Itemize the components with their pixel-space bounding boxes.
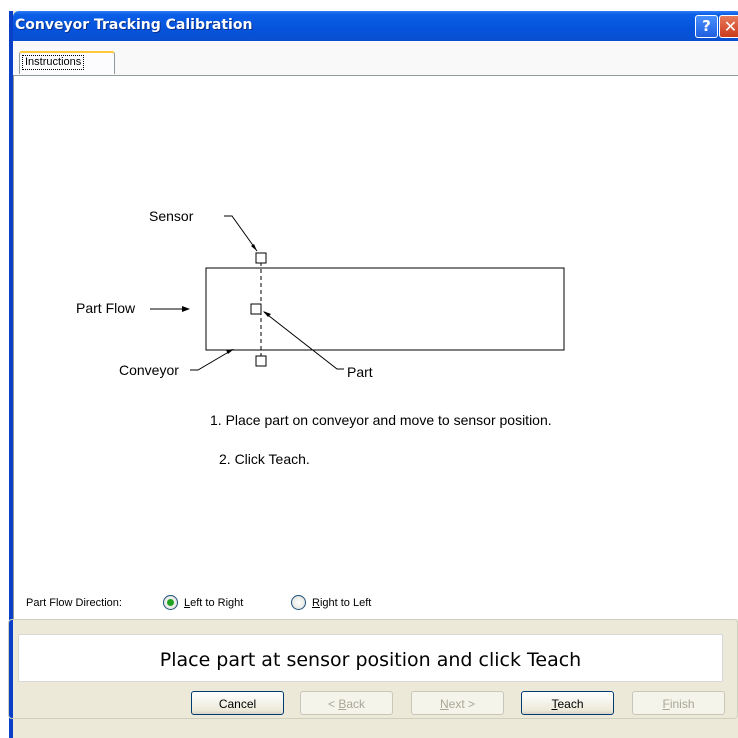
- instruction-step-2: 2. Click Teach.: [219, 451, 310, 467]
- tab-instructions[interactable]: Instructions: [19, 51, 115, 74]
- teach-button[interactable]: Teach: [521, 691, 614, 715]
- title-bar[interactable]: Conveyor Tracking Calibration ? ✕: [13, 11, 738, 41]
- part-flow-direction-label: Part Flow Direction:: [26, 597, 122, 609]
- right-to-left-radio[interactable]: [291, 595, 306, 610]
- conveyor-label: Conveyor: [119, 362, 179, 378]
- next-button[interactable]: Next >: [411, 691, 504, 715]
- status-message: Place part at sensor position and click …: [159, 649, 582, 671]
- status-box: Place part at sensor position and click …: [18, 634, 723, 682]
- sensor-label: Sensor: [149, 208, 194, 224]
- part-label: Part: [347, 364, 373, 380]
- help-button[interactable]: ?: [695, 15, 718, 38]
- left-to-right-radio[interactable]: [163, 595, 178, 610]
- finish-button[interactable]: Finish: [632, 691, 725, 715]
- right-to-left-label[interactable]: Right to Left: [312, 597, 371, 609]
- radio-selected-dot: [167, 599, 174, 606]
- instructions-panel: [13, 76, 738, 619]
- tab-instructions-label: Instructions: [21, 55, 85, 70]
- left-to-right-label[interactable]: Left to Right: [184, 597, 243, 609]
- tab-strip: Instructions: [13, 41, 738, 75]
- part-flow-label: Part Flow: [76, 300, 136, 316]
- close-button[interactable]: ✕: [719, 15, 738, 38]
- window-title: Conveyor Tracking Calibration: [15, 17, 253, 33]
- back-button[interactable]: < Back: [300, 691, 393, 715]
- cancel-button[interactable]: Cancel: [191, 691, 284, 715]
- instruction-step-1: 1. Place part on conveyor and move to se…: [210, 412, 552, 428]
